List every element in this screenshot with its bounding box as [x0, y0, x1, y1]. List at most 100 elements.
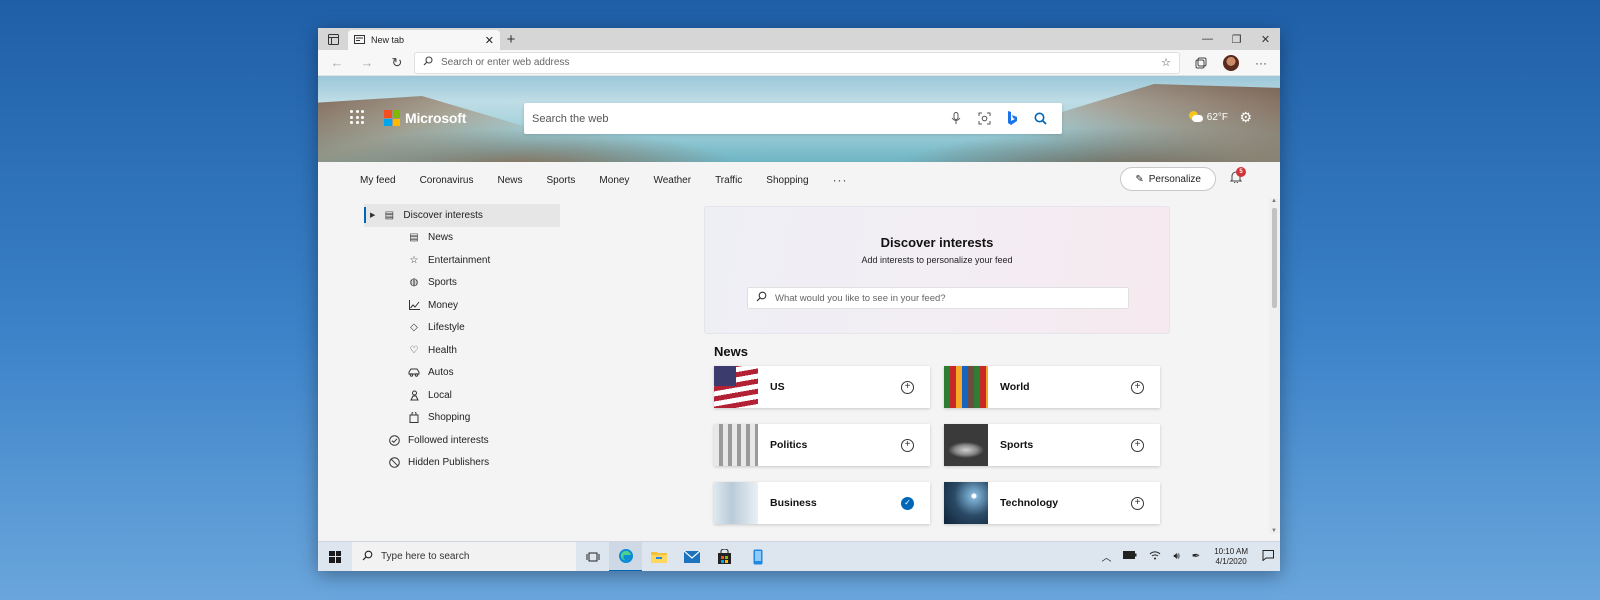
interest-tile-sports[interactable]: Sports +: [944, 424, 1160, 466]
category-my-feed[interactable]: My feed: [360, 175, 396, 186]
sidebar-label: Local: [428, 389, 452, 401]
add-interest-icon[interactable]: +: [1131, 380, 1144, 394]
edge-app-icon[interactable]: [609, 541, 642, 571]
minimize-button[interactable]: —: [1193, 28, 1222, 50]
category-news[interactable]: News: [498, 175, 523, 186]
browser-toolbar: ← → ↻ Search or enter web address ☆ ···: [318, 50, 1280, 76]
news-section-heading: News: [714, 344, 748, 359]
store-icon[interactable]: [708, 542, 741, 572]
category-weather[interactable]: Weather: [653, 175, 691, 186]
expand-caret-icon[interactable]: ▶: [370, 211, 375, 219]
interests-sidebar: ▶ ▤ Discover interests ▤ News ☆ Entertai…: [364, 204, 560, 474]
network-icon[interactable]: [1143, 550, 1167, 563]
interest-search-input[interactable]: What would you like to see in your feed?: [747, 287, 1129, 309]
tab-new-tab[interactable]: New tab ✕: [348, 30, 500, 50]
refresh-button[interactable]: ↻: [384, 52, 410, 74]
profile-avatar[interactable]: [1218, 52, 1244, 74]
sidebar-item-entertainment[interactable]: ☆ Entertainment: [364, 249, 560, 272]
microphone-icon[interactable]: [942, 112, 970, 125]
category-money[interactable]: Money: [599, 175, 629, 186]
close-tab-icon[interactable]: ✕: [485, 34, 494, 47]
task-view-icon[interactable]: [576, 542, 609, 572]
add-interest-icon[interactable]: +: [901, 438, 914, 452]
sidebar-item-autos[interactable]: Autos: [364, 362, 560, 385]
new-tab-button[interactable]: +: [500, 28, 522, 50]
category-shopping[interactable]: Shopping: [766, 175, 808, 186]
interest-tile-business[interactable]: Business ✓: [714, 482, 930, 524]
newtab-page-icon: [354, 34, 365, 46]
phone-app-icon[interactable]: [741, 542, 774, 572]
window-controls: — ❐ ✕: [1193, 28, 1280, 50]
interest-tile-world[interactable]: World +: [944, 366, 1160, 408]
page-settings-icon[interactable]: ⚙: [1239, 109, 1252, 126]
sidebar-item-local[interactable]: Local: [364, 384, 560, 407]
volume-icon[interactable]: 🔊︎: [1167, 551, 1185, 562]
sidebar-item-lifestyle[interactable]: ◇ Lifestyle: [364, 317, 560, 340]
page-scrollbar[interactable]: ▲ ▼: [1269, 198, 1280, 534]
sidebar-item-sports[interactable]: ◍ Sports: [364, 272, 560, 295]
add-interest-icon[interactable]: +: [1131, 438, 1144, 452]
sidebar-label-discover: Discover interests: [403, 209, 483, 221]
collections-icon[interactable]: [1188, 52, 1214, 74]
scroll-up-icon[interactable]: ▲: [1271, 198, 1277, 204]
personalize-button[interactable]: ✎ Personalize: [1120, 167, 1216, 191]
clock[interactable]: 10:10 AM 4/1/2020: [1206, 547, 1256, 567]
start-button[interactable]: [318, 542, 352, 572]
interest-tile-politics[interactable]: Politics +: [714, 424, 930, 466]
person-pin-icon: [408, 390, 420, 401]
tab-strip: New tab ✕ + — ❐ ✕: [318, 28, 1280, 50]
check-circle-icon: [388, 434, 400, 446]
search-submit-icon[interactable]: [1026, 112, 1054, 125]
add-favorite-icon[interactable]: ☆: [1161, 56, 1171, 69]
category-traffic[interactable]: Traffic: [715, 175, 742, 186]
close-window-button[interactable]: ✕: [1251, 28, 1280, 50]
mail-icon[interactable]: [675, 542, 708, 572]
sidebar-label: News: [428, 232, 454, 244]
address-placeholder: Search or enter web address: [441, 57, 570, 68]
category-sports[interactable]: Sports: [547, 175, 576, 186]
followed-check-icon[interactable]: ✓: [901, 496, 914, 510]
sidebar-item-discover[interactable]: ▶ ▤ Discover interests: [364, 204, 560, 227]
more-categories-button[interactable]: ···: [833, 173, 848, 187]
sidebar-item-money[interactable]: Money: [364, 294, 560, 317]
add-interest-icon[interactable]: +: [901, 380, 914, 394]
visual-search-icon[interactable]: [970, 112, 998, 125]
bing-icon[interactable]: [998, 111, 1026, 126]
scroll-down-icon[interactable]: ▼: [1271, 528, 1277, 534]
sports-shoes-thumbnail: [944, 424, 988, 466]
clock-time: 10:10 AM: [1214, 546, 1248, 556]
interest-tile-technology[interactable]: Technology +: [944, 482, 1160, 524]
weather-temp: 62°F: [1206, 111, 1228, 123]
search-icon: [756, 291, 767, 305]
chart-icon: [408, 300, 420, 311]
action-center-icon[interactable]: [1256, 549, 1280, 564]
file-explorer-icon[interactable]: [642, 542, 675, 572]
back-button[interactable]: ←: [324, 52, 350, 74]
app-launcher-icon[interactable]: [350, 110, 364, 124]
forward-button[interactable]: →: [354, 52, 380, 74]
settings-more-icon[interactable]: ···: [1248, 52, 1274, 74]
microsoft-logo[interactable]: Microsoft: [384, 110, 466, 126]
restore-button[interactable]: ❐: [1222, 28, 1251, 50]
search-icon: [362, 550, 373, 564]
sidebar-item-shopping[interactable]: Shopping: [364, 407, 560, 430]
sidebar-item-news[interactable]: ▤ News: [364, 227, 560, 250]
sidebar-label: Health: [428, 344, 457, 356]
show-hidden-icons-icon[interactable]: ︿: [1095, 549, 1117, 564]
sidebar-item-hidden[interactable]: Hidden Publishers: [364, 452, 560, 475]
category-coronavirus[interactable]: Coronavirus: [420, 175, 474, 186]
address-bar[interactable]: Search or enter web address ☆: [414, 51, 1180, 74]
battery-icon[interactable]: [1117, 551, 1143, 562]
us-flag-thumbnail: [714, 366, 758, 408]
weather-widget[interactable]: 62°F: [1188, 111, 1228, 123]
tile-label: World: [1000, 381, 1030, 393]
web-search-box[interactable]: Search the web: [524, 103, 1062, 134]
taskbar-search-box[interactable]: Type here to search: [352, 541, 576, 571]
scrollbar-thumb[interactable]: [1272, 208, 1277, 308]
sidebar-item-followed[interactable]: Followed interests: [364, 429, 560, 452]
add-interest-icon[interactable]: +: [1131, 496, 1144, 510]
sidebar-item-health[interactable]: ♡ Health: [364, 339, 560, 362]
interest-tile-us[interactable]: US +: [714, 366, 930, 408]
tab-actions-icon[interactable]: [318, 28, 348, 50]
pen-icon[interactable]: ✒︎: [1186, 551, 1206, 562]
